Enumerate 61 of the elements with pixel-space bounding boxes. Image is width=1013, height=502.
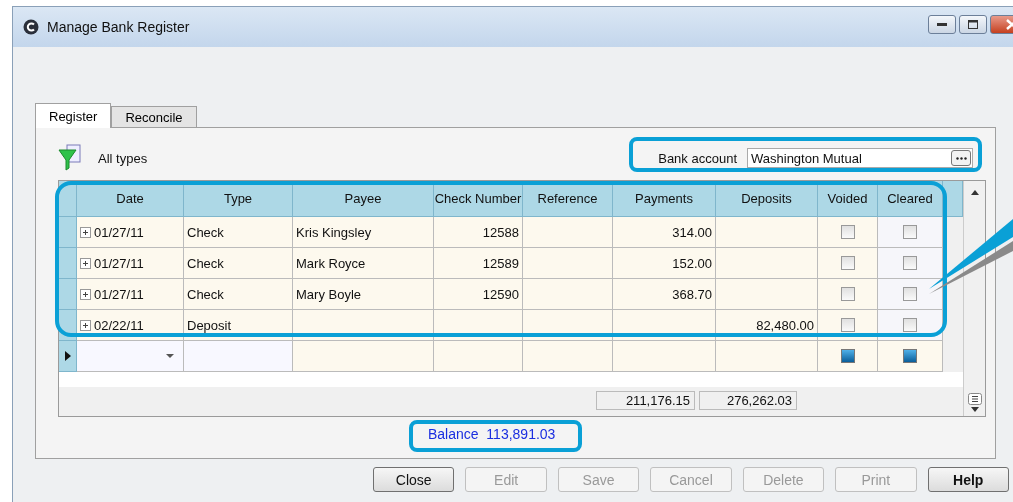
cleared-checkbox[interactable] xyxy=(903,225,917,239)
voided-checkbox[interactable] xyxy=(840,287,855,301)
more-icon xyxy=(955,156,967,160)
table-cell[interactable] xyxy=(184,341,293,372)
cleared-checkbox[interactable] xyxy=(903,318,917,332)
column-chooser-icon[interactable] xyxy=(967,393,982,405)
more-button[interactable] xyxy=(951,150,971,166)
action-button[interactable]: Close xyxy=(373,467,455,492)
tab[interactable]: Reconcile xyxy=(111,106,197,127)
bank-account-label: Bank account xyxy=(657,149,738,168)
voided-checkbox[interactable] xyxy=(840,225,855,239)
cleared-checkbox[interactable] xyxy=(903,287,917,301)
row-header[interactable] xyxy=(59,341,77,372)
table-cell: 12588 xyxy=(434,217,523,248)
table-cell: 01/27/11 xyxy=(77,217,184,248)
maximize-button[interactable] xyxy=(959,15,987,34)
cleared-checkbox[interactable] xyxy=(903,256,917,270)
new-row-marker-icon xyxy=(903,349,917,363)
header-corner xyxy=(59,181,77,217)
expand-icon[interactable] xyxy=(80,288,91,300)
expand-icon[interactable] xyxy=(80,226,91,238)
voided-checkbox[interactable] xyxy=(840,318,855,332)
payments-total: 211,176.15 xyxy=(596,390,695,410)
table-cell: 368.70 xyxy=(613,279,716,310)
scroll-up-icon[interactable] xyxy=(970,190,979,195)
minimize-icon xyxy=(937,22,947,27)
table-cell[interactable] xyxy=(716,341,818,372)
tab[interactable]: Register xyxy=(35,103,112,128)
new-row-marker-icon xyxy=(840,349,855,363)
voided-checkbox[interactable] xyxy=(840,256,855,270)
balance-text: Balance 113,891.03 xyxy=(428,426,556,442)
funnel-icon xyxy=(58,144,84,172)
table-cell: 152.00 xyxy=(613,248,716,279)
table-cell[interactable] xyxy=(434,341,523,372)
table-cell: 01/27/11 xyxy=(77,279,184,310)
bank-account-field[interactable]: Washington Mutual xyxy=(747,148,973,168)
current-row-icon xyxy=(64,351,71,361)
deposits-total: 276,262.03 xyxy=(699,390,797,410)
table-cell: 12589 xyxy=(434,248,523,279)
table-cell: Check xyxy=(184,248,293,279)
window-title: Manage Bank Register xyxy=(47,19,190,35)
minimize-button[interactable] xyxy=(928,15,956,34)
table-cell: Check xyxy=(184,279,293,310)
table-cell: Mary Boyle xyxy=(293,279,434,310)
maximize-icon xyxy=(968,20,978,29)
table-cell[interactable] xyxy=(293,341,434,372)
filter-label: All types xyxy=(98,150,148,166)
table-cell[interactable] xyxy=(613,341,716,372)
table-cell: 01/27/11 xyxy=(77,248,184,279)
expand-icon[interactable] xyxy=(80,319,91,331)
table-cell[interactable] xyxy=(523,341,613,372)
expand-icon[interactable] xyxy=(80,257,91,269)
table-cell: 12590 xyxy=(434,279,523,310)
table-cell: Kris Kingsley xyxy=(293,217,434,248)
table-cell: Mark Royce xyxy=(293,248,434,279)
table-cell: Check xyxy=(184,217,293,248)
action-button[interactable]: Help xyxy=(927,467,1009,492)
table-cell: 314.00 xyxy=(613,217,716,248)
scroll-down-icon[interactable] xyxy=(970,407,979,412)
app-logo-icon xyxy=(23,19,39,35)
caret-icon xyxy=(166,354,174,358)
